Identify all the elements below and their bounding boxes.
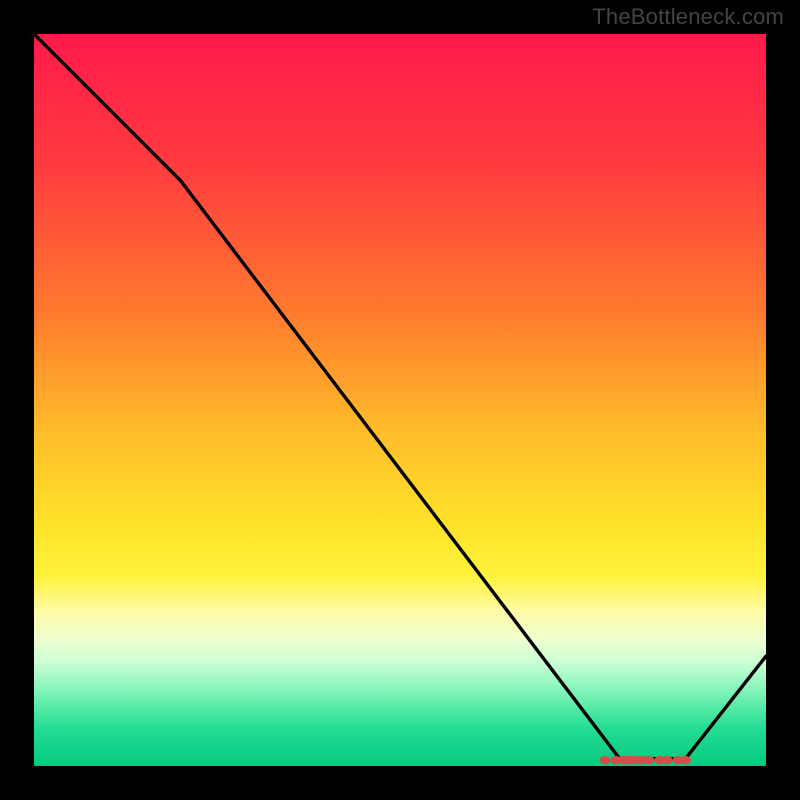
chart-svg: [34, 34, 766, 766]
highlight-dot: [680, 756, 691, 764]
plot-area: [34, 34, 766, 766]
highlight-dot: [643, 756, 654, 764]
chart-curve: [34, 34, 766, 759]
highlight-dot: [662, 756, 673, 764]
highlight-markers: [599, 756, 691, 764]
watermark-text: TheBottleneck.com: [592, 4, 784, 30]
chart-frame: TheBottleneck.com: [0, 0, 800, 800]
highlight-dot: [599, 756, 610, 764]
